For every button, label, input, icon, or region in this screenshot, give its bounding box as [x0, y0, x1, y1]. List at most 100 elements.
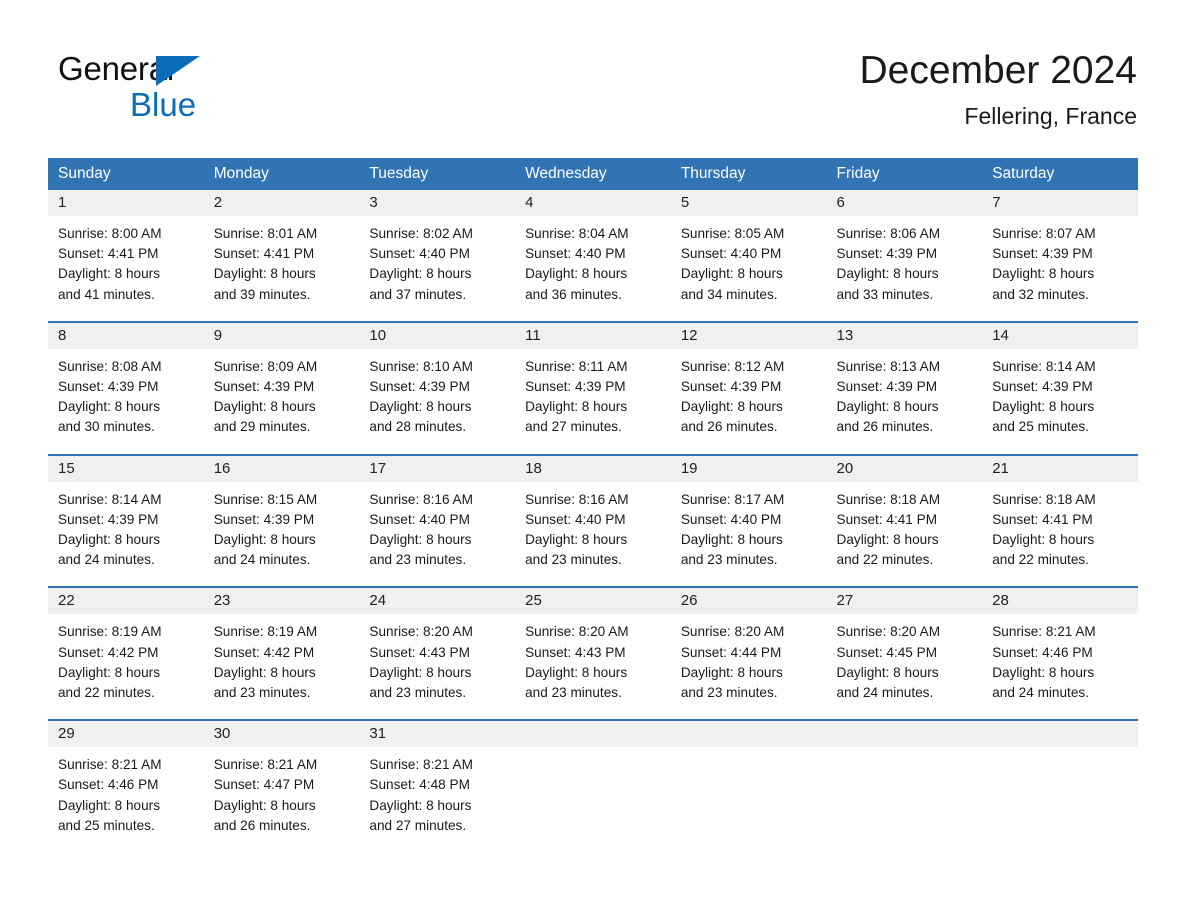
page-masthead: General Blue December 2024 Fellering, Fr… [0, 0, 1188, 129]
calendar-day-cell-empty [982, 719, 1138, 853]
day-number: 24 [359, 588, 516, 615]
sunrise-text: Sunrise: 8:21 AM [992, 624, 1096, 640]
calendar-day-cell[interactable]: 11 Sunrise: 8:11 AM Sunset: 4:39 PM Dayligh… [515, 320, 671, 455]
sunset-text: Sunset: 4:39 PM [525, 379, 626, 395]
calendar-day-cell[interactable]: 28 Sunrise: 8:21 AM Sunset: 4:46 PM Dayligh… [982, 586, 1138, 721]
calendar-day-cell[interactable]: 16 Sunrise: 8:15 AM Sunset: 4:39 PM Dayligh… [203, 453, 360, 588]
day-details: Sunrise: 8:05 AM Sunset: 4:40 PM Daylight:… [671, 216, 827, 321]
day-details: Sunrise: 8:07 AM Sunset: 4:39 PM Daylight:… [982, 216, 1138, 321]
sunrise-text: Sunrise: 8:18 AM [836, 491, 941, 507]
day-number: 28 [982, 588, 1138, 615]
calendar-day-cell[interactable]: 19 Sunrise: 8:17 AM Sunset: 4:40 PM Dayligh… [670, 453, 827, 588]
day-details: Sunrise: 8:06 AM Sunset: 4:39 PM Daylight:… [827, 216, 983, 321]
calendar-day-cell[interactable]: 17 Sunrise: 8:16 AM Sunset: 4:40 PM Dayligh… [359, 453, 516, 588]
calendar-day-cell[interactable]: 13 Sunrise: 8:13 AM Sunset: 4:39 PM Dayligh… [826, 320, 983, 455]
weekday-header-sunday: Sunday [48, 158, 204, 190]
day-number: 29 [48, 721, 204, 748]
day-details: Sunrise: 8:10 AM Sunset: 4:39 PM Daylight:… [359, 349, 515, 454]
daylight-text: and 24 minutes. [992, 685, 1089, 701]
calendar-day-cell[interactable]: 20 Sunrise: 8:18 AM Sunset: 4:41 PM Dayligh… [826, 453, 983, 588]
daylight-text: and 26 minutes. [213, 817, 311, 833]
calendar-day-cell[interactable]: 14 Sunrise: 8:14 AM Sunset: 4:39 PM Dayligh… [982, 320, 1138, 455]
page-subtitle-location: Fellering, France [964, 103, 1137, 129]
sunset-text: Sunset: 4:43 PM [369, 644, 470, 660]
calendar-day-cell[interactable]: 22 Sunrise: 8:19 AM Sunset: 4:42 PM Dayligh… [48, 586, 204, 721]
sunset-text: Sunset: 4:39 PM [992, 379, 1093, 395]
calendar-day-cell[interactable]: 18 Sunrise: 8:16 AM Sunset: 4:40 PM Dayligh… [515, 453, 671, 588]
day-details: Sunrise: 8:08 AM Sunset: 4:39 PM Daylight:… [48, 349, 204, 454]
calendar-day-cell-empty [826, 719, 983, 853]
day-number: 30 [203, 721, 360, 748]
calendar-week-row: 15 Sunrise: 8:14 AM Sunset: 4:39 PM Dayligh… [48, 453, 1138, 588]
day-details: Sunrise: 8:21 AM Sunset: 4:46 PM Daylight:… [982, 614, 1138, 719]
day-number: 17 [359, 455, 516, 482]
generalblue-logo[interactable]: General Blue [58, 52, 358, 122]
daylight-text: and 22 minutes. [836, 552, 934, 568]
calendar-day-cell[interactable]: 6 Sunrise: 8:06 AM Sunset: 4:39 PM Daylight… [826, 190, 983, 322]
sunset-text: Sunset: 4:39 PM [213, 511, 315, 527]
daylight-text: and 28 minutes. [369, 419, 467, 435]
day-details [515, 747, 671, 851]
day-details: Sunrise: 8:18 AM Sunset: 4:41 PM Daylight:… [982, 482, 1138, 587]
calendar-day-cell[interactable]: 21 Sunrise: 8:18 AM Sunset: 4:41 PM Dayligh… [982, 453, 1138, 588]
calendar-day-cell[interactable]: 30 Sunrise: 8:21 AM Sunset: 4:47 PM Dayligh… [203, 719, 360, 853]
sunset-text: Sunset: 4:39 PM [836, 379, 938, 395]
daylight-text: and 23 minutes. [369, 552, 467, 568]
sunrise-text: Sunrise: 8:12 AM [680, 358, 785, 374]
weekday-header-monday: Monday [203, 158, 360, 190]
sunset-text: Sunset: 4:44 PM [680, 644, 782, 660]
daylight-text: Daylight: 8 hours [369, 399, 472, 415]
sunrise-text: Sunrise: 8:14 AM [58, 491, 162, 507]
day-number: 9 [203, 322, 360, 349]
calendar-day-cell[interactable]: 8 Sunrise: 8:08 AM Sunset: 4:39 PM Daylight… [48, 320, 204, 455]
daylight-text: Daylight: 8 hours [992, 664, 1095, 680]
sunrise-text: Sunrise: 8:19 AM [213, 624, 318, 640]
sunset-text: Sunset: 4:40 PM [525, 246, 626, 262]
daylight-text: and 23 minutes. [213, 685, 311, 701]
calendar-day-cell[interactable]: 7 Sunrise: 8:07 AM Sunset: 4:39 PM Daylight… [982, 190, 1138, 322]
calendar-day-cell[interactable]: 25 Sunrise: 8:20 AM Sunset: 4:43 PM Dayligh… [515, 586, 671, 721]
calendar-day-cell[interactable]: 5 Sunrise: 8:05 AM Sunset: 4:40 PM Daylight… [670, 190, 827, 322]
calendar-day-cell[interactable]: 29 Sunrise: 8:21 AM Sunset: 4:46 PM Dayligh… [48, 719, 204, 853]
calendar-day-cell[interactable]: 12 Sunrise: 8:12 AM Sunset: 4:39 PM Dayligh… [670, 320, 827, 455]
sunset-text: Sunset: 4:40 PM [525, 511, 626, 527]
day-number: 19 [670, 455, 827, 482]
calendar-day-cell[interactable]: 1 Sunrise: 8:00 AM Sunset: 4:41 PM Daylight… [48, 190, 204, 322]
day-number: 21 [982, 455, 1138, 482]
calendar-week-row: 22 Sunrise: 8:19 AM Sunset: 4:42 PM Dayligh… [48, 586, 1138, 721]
day-details: Sunrise: 8:16 AM Sunset: 4:40 PM Daylight:… [359, 482, 515, 587]
day-details: Sunrise: 8:20 AM Sunset: 4:44 PM Daylight:… [671, 614, 827, 719]
calendar-day-cell[interactable]: 4 Sunrise: 8:04 AM Sunset: 4:40 PM Daylight… [515, 190, 671, 322]
triangle-right-icon [156, 56, 200, 86]
sunset-text: Sunset: 4:41 PM [58, 246, 159, 262]
daylight-text: and 36 minutes. [525, 286, 622, 302]
calendar-day-cell[interactable]: 15 Sunrise: 8:14 AM Sunset: 4:39 PM Dayligh… [48, 453, 204, 588]
calendar-day-cell[interactable]: 9 Sunrise: 8:09 AM Sunset: 4:39 PM Daylight… [203, 320, 360, 455]
calendar-day-cell[interactable]: 31 Sunrise: 8:21 AM Sunset: 4:48 PM Dayligh… [359, 719, 516, 853]
calendar-day-cell[interactable]: 2 Sunrise: 8:01 AM Sunset: 4:41 PM Daylight… [203, 190, 360, 322]
sunrise-text: Sunrise: 8:13 AM [836, 358, 941, 374]
day-number: 4 [515, 190, 671, 216]
calendar-day-cell[interactable]: 24 Sunrise: 8:20 AM Sunset: 4:43 PM Dayligh… [359, 586, 516, 721]
sunrise-text: Sunrise: 8:16 AM [369, 491, 473, 507]
calendar-day-cell[interactable]: 26 Sunrise: 8:20 AM Sunset: 4:44 PM Dayligh… [670, 586, 827, 721]
sunset-text: Sunset: 4:39 PM [992, 246, 1093, 262]
calendar-day-cell[interactable]: 10 Sunrise: 8:10 AM Sunset: 4:39 PM Dayligh… [359, 320, 516, 455]
daylight-text: Daylight: 8 hours [369, 266, 472, 282]
sunrise-text: Sunrise: 8:00 AM [58, 226, 162, 241]
sunrise-text: Sunrise: 8:02 AM [369, 226, 473, 241]
daylight-text: Daylight: 8 hours [58, 532, 161, 548]
daylight-text: and 25 minutes. [992, 419, 1089, 435]
sunrise-text: Sunrise: 8:07 AM [992, 226, 1096, 241]
calendar-day-cell[interactable]: 23 Sunrise: 8:19 AM Sunset: 4:42 PM Dayligh… [203, 586, 360, 721]
sunrise-text: Sunrise: 8:20 AM [836, 624, 941, 640]
daylight-text: Daylight: 8 hours [680, 664, 783, 680]
day-details: Sunrise: 8:20 AM Sunset: 4:45 PM Daylight:… [827, 614, 983, 719]
sunrise-text: Sunrise: 8:21 AM [58, 757, 162, 773]
calendar-day-cell[interactable]: 3 Sunrise: 8:02 AM Sunset: 4:40 PM Daylight… [359, 190, 516, 322]
daylight-text: and 39 minutes. [213, 286, 311, 302]
daylight-text: Daylight: 8 hours [525, 399, 628, 415]
daylight-text: Daylight: 8 hours [369, 532, 472, 548]
calendar-day-cell[interactable]: 27 Sunrise: 8:20 AM Sunset: 4:45 PM Dayligh… [826, 586, 983, 721]
sunset-text: Sunset: 4:42 PM [58, 644, 159, 660]
